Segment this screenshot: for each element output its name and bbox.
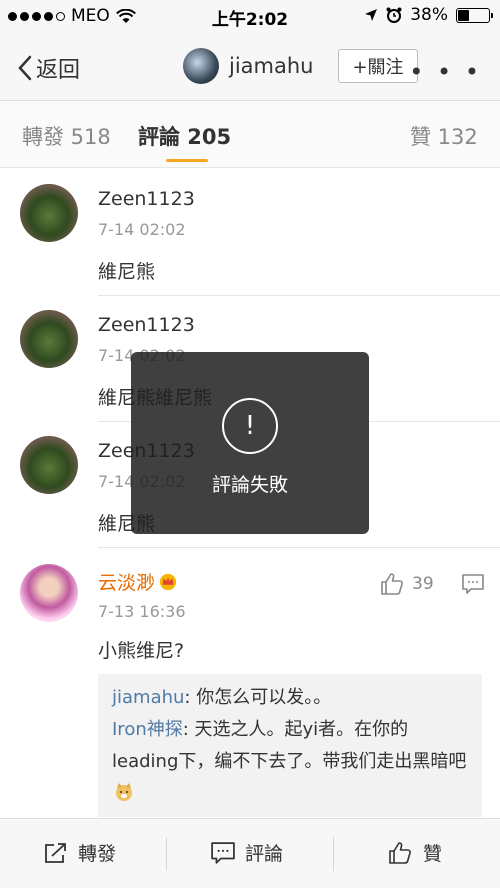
reply-item: jiamahu: 你怎么可以发。。: [112, 682, 468, 714]
divider: [166, 837, 167, 871]
follow-button[interactable]: +關注: [338, 49, 418, 83]
comment-author[interactable]: Zeen1123: [98, 314, 195, 336]
tab-bar: 轉發 518 評論 205 贊 132: [0, 101, 500, 168]
user-profile-link[interactable]: jiamahu: [183, 48, 313, 84]
comment-date: 7-13 16:36: [98, 602, 186, 621]
like-button[interactable]: 39: [380, 572, 434, 596]
toast-message: 評論失敗: [211, 474, 288, 496]
comment-text: 維尼熊: [98, 261, 156, 283]
battery-percent: 38%: [410, 5, 448, 25]
reply-author[interactable]: Iron神探: [112, 719, 183, 740]
repost-label: 轉發: [78, 843, 117, 865]
crown-icon: [159, 573, 177, 591]
comment-date: 7-14 02:02: [98, 220, 186, 239]
chevron-left-icon: [18, 55, 32, 81]
repost-button[interactable]: 轉發: [44, 839, 116, 866]
doge-emoji-icon: [116, 783, 132, 801]
thumbs-up-icon: [389, 841, 411, 864]
bottom-action-bar: 轉發 評論 贊: [0, 818, 500, 888]
comment-label: 評論: [245, 843, 284, 865]
tab-reposts[interactable]: 轉發 518: [22, 121, 111, 151]
exclamation-icon: !: [222, 398, 278, 454]
reply-text: : 你怎么可以发。。: [184, 687, 332, 708]
reply-item: Iron神探: 天选之人。起yi者。在你的leading下，编不下去了。带我们走…: [112, 714, 468, 810]
comment-button[interactable]: 評論: [211, 839, 283, 866]
like-label: 贊: [423, 843, 443, 865]
like-button[interactable]: 贊: [387, 839, 442, 866]
like-count: 39: [412, 574, 434, 594]
avatar[interactable]: [20, 436, 78, 494]
avatar: [183, 48, 219, 84]
reply-button[interactable]: [462, 574, 484, 598]
alarm-icon: [386, 7, 402, 23]
comment-author-name: 云淡渺: [98, 572, 156, 594]
avatar[interactable]: [20, 310, 78, 368]
thumbs-up-icon: [381, 573, 403, 595]
tab-likes[interactable]: 贊 132: [410, 121, 478, 151]
back-label: 返回: [36, 58, 81, 83]
comment-text: 小熊维尼?: [98, 640, 185, 662]
error-toast: ! 評論失敗: [131, 352, 369, 534]
location-arrow-icon: [365, 9, 378, 21]
more-options-button[interactable]: • • •: [409, 58, 482, 86]
replies-box[interactable]: jiamahu: 你怎么可以发。。 Iron神探: 天选之人。起yi者。在你的l…: [98, 674, 482, 817]
avatar[interactable]: [20, 564, 78, 622]
divider: [98, 295, 500, 296]
divider: [333, 837, 334, 871]
share-icon: [45, 842, 66, 863]
active-tab-indicator: [166, 159, 208, 162]
comment-author[interactable]: 云淡渺: [98, 568, 177, 595]
status-bar: MEO 上午2:02 38%: [0, 0, 500, 34]
battery-icon: [456, 7, 493, 23]
divider: [98, 547, 500, 548]
reply-author[interactable]: jiamahu: [112, 687, 184, 708]
comment-icon: [462, 574, 484, 594]
comment-author[interactable]: Zeen1123: [98, 188, 195, 210]
back-button[interactable]: 返回: [18, 52, 80, 84]
navigation-bar: 返回 jiamahu +關注 • • •: [0, 34, 500, 101]
avatar[interactable]: [20, 184, 78, 242]
username: jiamahu: [229, 54, 314, 78]
tab-comments[interactable]: 評論 205: [138, 121, 231, 151]
comment-icon: [211, 841, 235, 864]
